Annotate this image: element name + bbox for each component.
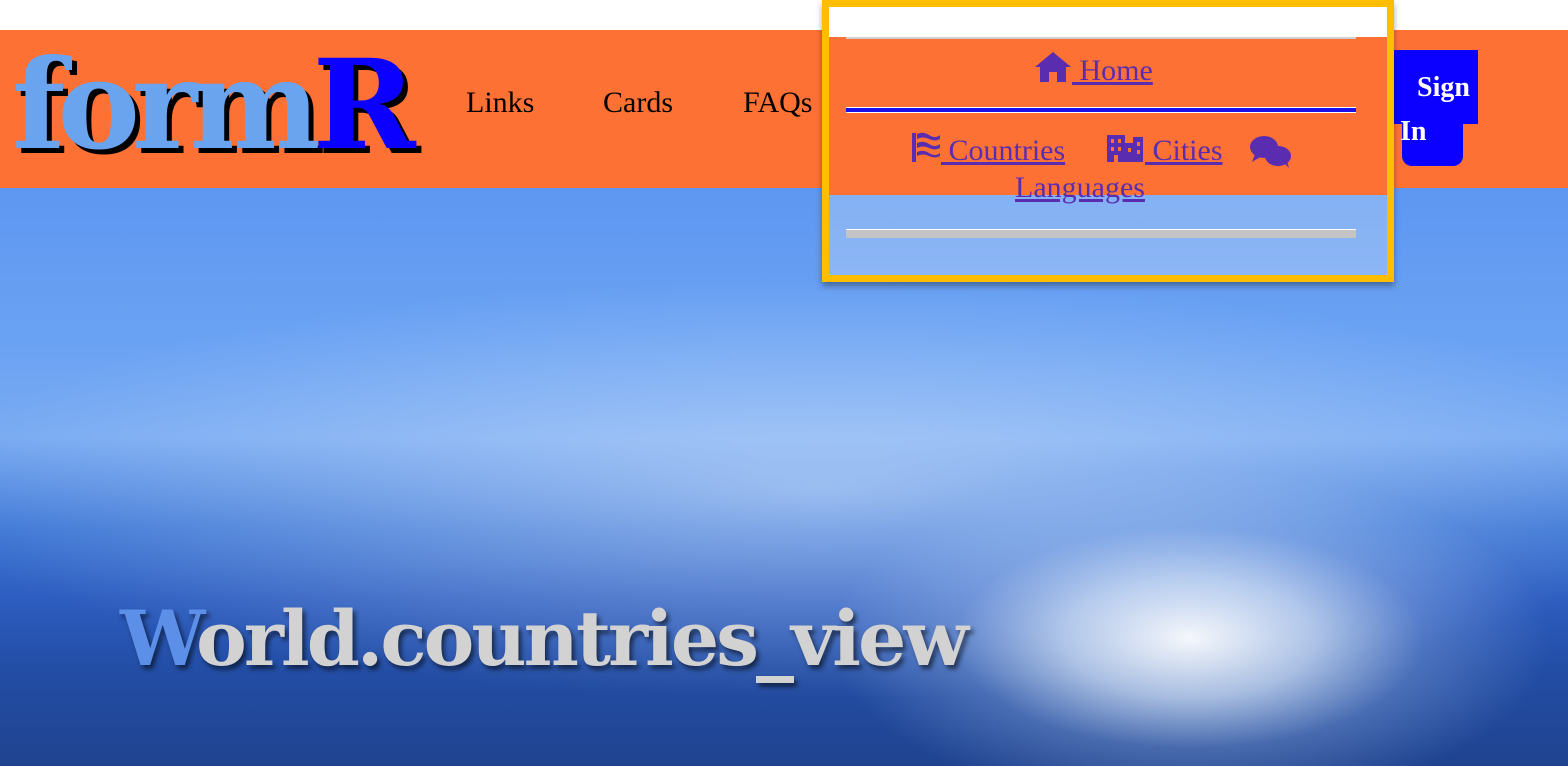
- dropdown-divider-top: [846, 31, 1356, 39]
- page-title-rest: orld.countries_view: [196, 594, 969, 683]
- nav-link-cards[interactable]: Cards: [603, 88, 673, 118]
- brand-logo[interactable]: formR: [12, 44, 416, 168]
- dropdown-link-cities-label: Cities: [1145, 134, 1223, 167]
- sign-in-word-2: In: [1400, 116, 1427, 147]
- home-icon: [1035, 52, 1071, 82]
- dropdown-link-countries[interactable]: Countries: [911, 131, 1065, 166]
- nav-link-faqs[interactable]: FAQs: [743, 88, 812, 118]
- dropdown-link-home[interactable]: Home: [1034, 51, 1153, 86]
- dropdown-link-languages[interactable]: Languages: [1015, 173, 1145, 203]
- dropdown-link-cities[interactable]: Cities: [1105, 131, 1223, 166]
- flag-icon: [912, 132, 940, 162]
- nav-dropdown-menu: Home Countries Cities Languages: [822, 0, 1394, 282]
- page-title-initial: W: [120, 594, 199, 683]
- nav-link-links[interactable]: Links: [466, 88, 534, 118]
- dropdown-divider-bottom: [846, 229, 1356, 238]
- dropdown-link-home-label: Home: [1072, 54, 1153, 87]
- dropdown-divider-blue: [846, 107, 1356, 113]
- comments-icon: [1250, 136, 1291, 168]
- dropdown-link-countries-label: Countries: [941, 134, 1066, 167]
- logo-text-r: R: [312, 33, 416, 178]
- logo-text-form: form: [12, 33, 321, 178]
- city-icon: [1107, 135, 1143, 162]
- sign-in-word-1: Sign: [1417, 72, 1470, 103]
- sign-in-label: Sign In: [1400, 66, 1480, 154]
- page-title: World.countries_view: [120, 601, 969, 677]
- sign-in-button[interactable]: Sign In: [1390, 50, 1478, 166]
